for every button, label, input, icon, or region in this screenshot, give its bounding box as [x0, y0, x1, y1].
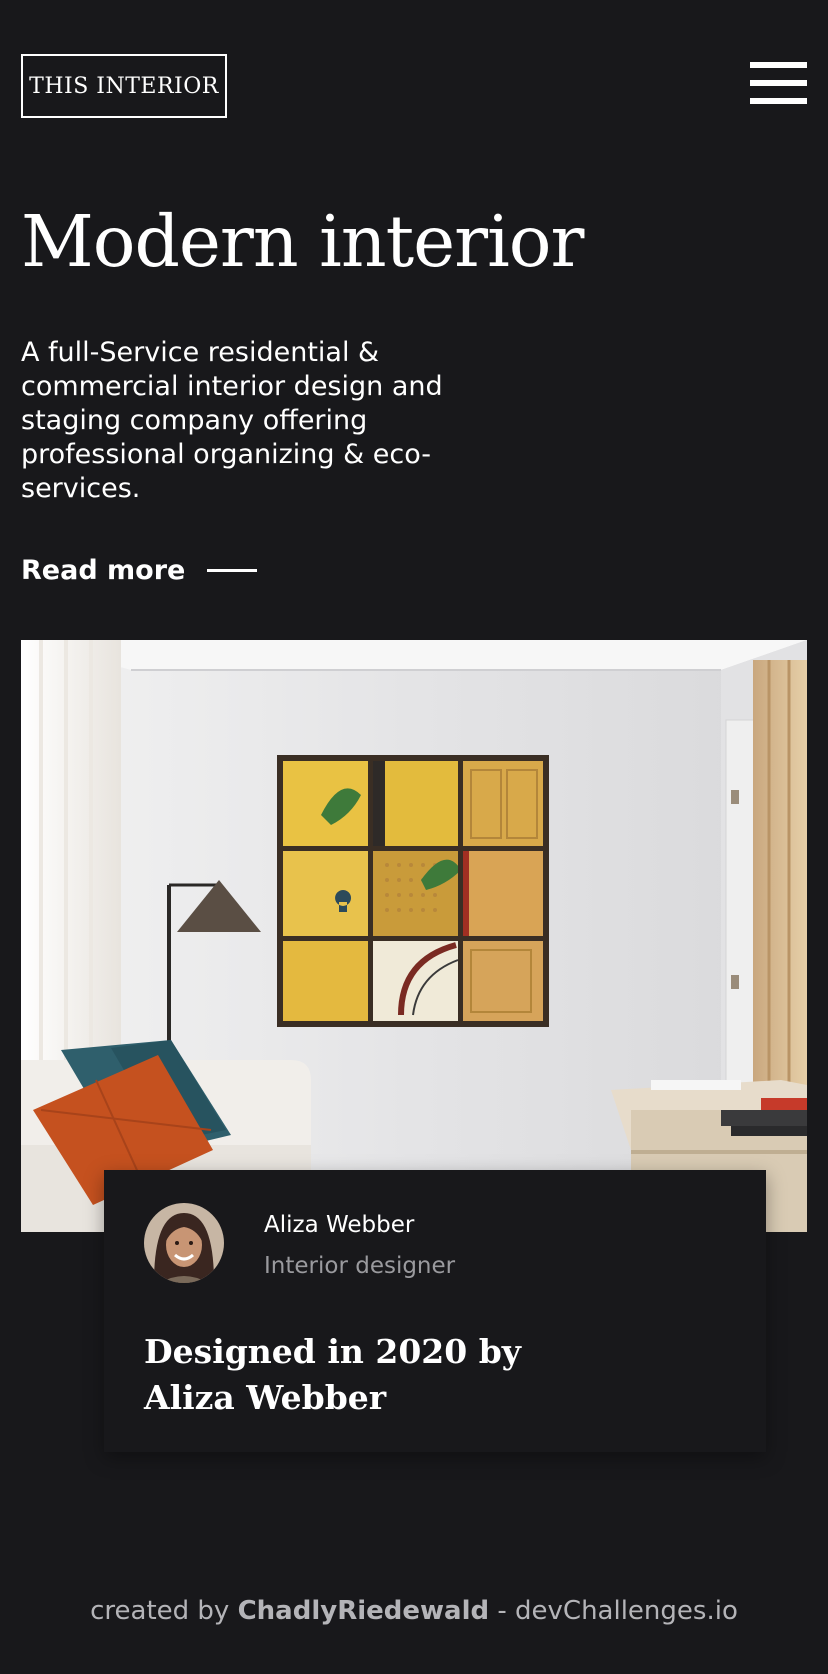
- footer-separator: -: [497, 1596, 507, 1626]
- footer-site-link[interactable]: devChallenges.io: [515, 1596, 738, 1626]
- read-more-link[interactable]: Read more: [21, 555, 258, 586]
- footer-credit: created by ChadlyRiedewald - devChalleng…: [0, 1596, 828, 1626]
- hamburger-line-middle: [750, 80, 807, 86]
- author-role: Interior designer: [264, 1253, 456, 1279]
- avatar: [144, 1203, 224, 1283]
- site-logo[interactable]: THIS INTERIOR: [21, 54, 227, 118]
- hero-description: A full-Service residential & commercial …: [21, 337, 443, 504]
- read-more-dash-icon: [207, 569, 258, 572]
- read-more-label: Read more: [21, 555, 186, 586]
- designer-card: Aliza Webber Interior designer Designed …: [104, 1170, 766, 1452]
- footer-prefix: created by: [90, 1596, 230, 1626]
- hamburger-menu-icon[interactable]: [750, 62, 807, 104]
- hamburger-line-bottom: [750, 98, 807, 104]
- logo-text: THIS INTERIOR: [29, 73, 219, 99]
- footer-author-link[interactable]: ChadlyRiedewald: [238, 1596, 490, 1626]
- author-name: Aliza Webber: [264, 1212, 415, 1238]
- living-room-photo: [21, 640, 807, 1232]
- hamburger-line-top: [750, 62, 807, 68]
- hero-title: Modern interior: [21, 200, 584, 283]
- card-title: Designed in 2020 by Aliza Webber: [144, 1332, 521, 1417]
